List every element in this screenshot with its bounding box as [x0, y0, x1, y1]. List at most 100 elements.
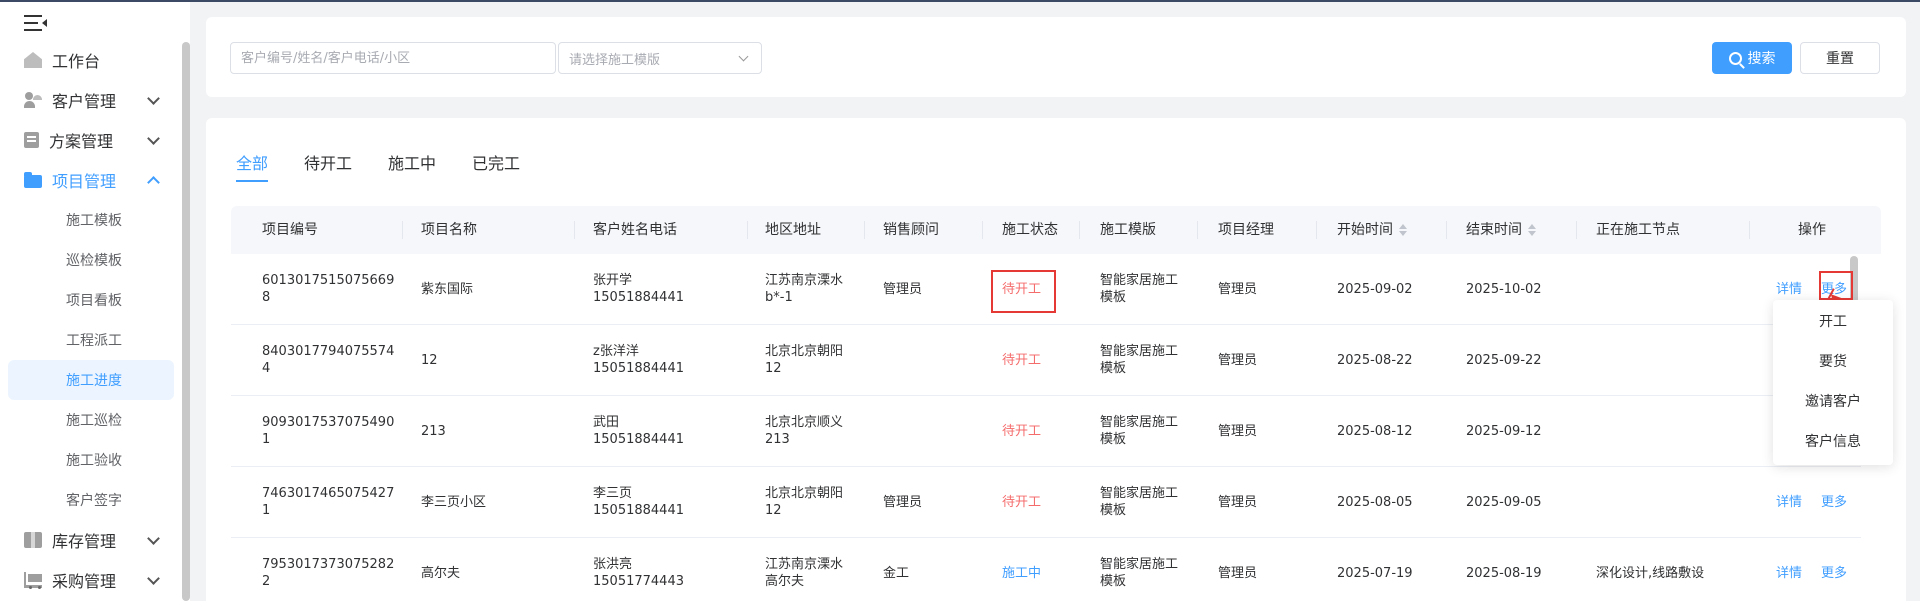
sidebar-subitem-dispatch[interactable]: 工程派工: [8, 320, 174, 360]
tab-completed[interactable]: 已完工: [472, 150, 520, 174]
cell-customer: 张开学 15051884441: [593, 273, 684, 305]
table-row: 7953017373075282 2 高尔夫 张洪亮 15051774443 江苏南…: [231, 538, 1861, 601]
cell-start-time: 2025-08-22: [1337, 353, 1413, 368]
sidebar-item-purchasing[interactable]: 采购管理: [0, 560, 182, 600]
column-header-template: 施工模版: [1100, 222, 1156, 238]
cell-end-time: 2025-10-02: [1466, 282, 1542, 297]
table-row: 8403017794075574 4 12 z张洋洋 15051884441 北京北…: [231, 325, 1861, 396]
more-link[interactable]: 更多: [1821, 565, 1847, 582]
table-header: 项目编号 项目名称 客户姓名电话 地区地址 销售顾问 施工状态 施工模版 项目经…: [231, 206, 1881, 254]
column-header-current-node: 正在施工节点: [1596, 222, 1680, 238]
column-header-customer: 客户姓名电话: [593, 222, 677, 238]
cart-icon: [24, 572, 42, 589]
column-header-project-id: 项目编号: [262, 222, 318, 238]
tab-in-progress[interactable]: 施工中: [388, 150, 436, 174]
chevron-up-icon: [147, 176, 160, 189]
menu-collapse-icon[interactable]: [24, 14, 47, 32]
sidebar-subitem-construction-progress[interactable]: 施工进度: [8, 360, 174, 400]
sort-icon[interactable]: [1399, 224, 1407, 236]
sort-icon[interactable]: [1528, 224, 1536, 236]
sidebar-subitem-construction-inspection[interactable]: 施工巡检: [8, 400, 174, 440]
search-icon: [1728, 51, 1742, 65]
window-top-border: [0, 0, 1920, 2]
sidebar: 工作台 客户管理 方案管理 项目管理 施工模板 巡检模板 项目看板 工程派工 施…: [0, 2, 190, 601]
chevron-down-icon: [147, 132, 160, 145]
sidebar-scrollbar[interactable]: [182, 42, 190, 601]
column-header-sales: 销售顾问: [883, 222, 939, 238]
chevron-down-icon: [147, 532, 160, 545]
cell-status: 待开工: [1002, 424, 1042, 439]
folder-icon: [24, 171, 42, 188]
chevron-down-icon: [147, 572, 160, 585]
status-highlight-box: [991, 270, 1056, 313]
cell-manager: 管理员: [1218, 353, 1258, 368]
user-icon: [24, 92, 42, 108]
tab-all[interactable]: 全部: [236, 150, 268, 174]
search-panel: 请选择施工模版 搜索 重置: [206, 17, 1906, 97]
cell-template: 智能家居施工 模板: [1100, 344, 1179, 376]
template-select-placeholder: 请选择施工模版: [569, 52, 661, 68]
search-button[interactable]: 搜索: [1712, 42, 1792, 74]
search-button-label: 搜索: [1747, 51, 1776, 67]
menu-item-request-goods[interactable]: 要货: [1773, 342, 1893, 382]
cell-address: 北京北京朝阳 12: [765, 344, 844, 376]
sidebar-item-projects[interactable]: 项目管理: [0, 160, 182, 200]
house-icon: [24, 52, 42, 68]
template-select[interactable]: 请选择施工模版: [558, 42, 762, 74]
sidebar-subitem-project-board[interactable]: 项目看板: [8, 280, 174, 320]
cell-address: 北京北京朝阳 12: [765, 486, 844, 518]
column-header-start-time[interactable]: 开始时间: [1337, 206, 1407, 254]
active-tab-indicator: [236, 180, 268, 182]
column-header-actions: 操作: [1798, 222, 1826, 238]
sidebar-item-label: 采购管理: [52, 572, 117, 591]
column-header-status: 施工状态: [1002, 222, 1058, 238]
cell-end-time: 2025-09-22: [1466, 353, 1542, 368]
cell-status: 待开工: [1002, 495, 1042, 510]
tab-pending[interactable]: 待开工: [304, 150, 352, 174]
sidebar-item-customers[interactable]: 客户管理: [0, 80, 182, 120]
sidebar-subitem-acceptance[interactable]: 施工验收: [8, 440, 174, 480]
cell-start-time: 2025-07-19: [1337, 566, 1413, 581]
sidebar-item-label: 客户管理: [52, 92, 117, 111]
sidebar-item-label: 库存管理: [52, 532, 117, 551]
cell-address: 江苏南京溧水 高尔夫: [765, 557, 844, 589]
sidebar-subitem-customer-signature[interactable]: 客户签字: [8, 480, 174, 520]
column-header-manager: 项目经理: [1218, 222, 1274, 238]
detail-link[interactable]: 详情: [1776, 565, 1802, 582]
sidebar-item-plans[interactable]: 方案管理: [0, 120, 182, 160]
cell-customer: 李三页 15051884441: [593, 486, 684, 518]
cell-current-node: 深化设计,线路敷设: [1596, 566, 1705, 581]
chevron-down-icon: [738, 51, 749, 62]
menu-item-customer-info[interactable]: 客户信息: [1773, 422, 1893, 462]
cell-manager: 管理员: [1218, 495, 1258, 510]
detail-link[interactable]: 详情: [1776, 494, 1802, 511]
cell-project-id: 9093017537075490 1: [262, 415, 395, 447]
table-row: 7463017465075427 1 李三页小区 李三页 15051884441 北…: [231, 467, 1861, 538]
cell-project-name: 12: [421, 353, 438, 368]
table-row: 9093017537075490 1 213 武田 15051884441 北京北京…: [231, 396, 1861, 467]
sidebar-item-inventory[interactable]: 库存管理: [0, 520, 182, 560]
keyword-search-input[interactable]: [230, 42, 556, 74]
cell-status: 待开工: [1002, 353, 1042, 368]
cell-project-id: 7463017465075427 1: [262, 486, 395, 518]
detail-link[interactable]: 详情: [1776, 281, 1802, 298]
cell-end-time: 2025-08-19: [1466, 566, 1542, 581]
cell-status: 施工中: [1002, 566, 1042, 581]
column-header-project-name: 项目名称: [421, 222, 477, 238]
cell-template: 智能家居施工 模板: [1100, 557, 1179, 589]
reset-button[interactable]: 重置: [1800, 42, 1880, 74]
cell-end-time: 2025-09-12: [1466, 424, 1542, 439]
cell-end-time: 2025-09-05: [1466, 495, 1542, 510]
sidebar-subitem-inspection-template[interactable]: 巡检模板: [8, 240, 174, 280]
column-header-end-time[interactable]: 结束时间: [1466, 206, 1536, 254]
sidebar-item-workbench[interactable]: 工作台: [0, 40, 182, 80]
cell-customer: 武田 15051884441: [593, 415, 684, 447]
sidebar-subitem-construction-template[interactable]: 施工模板: [8, 200, 174, 240]
box-icon: [24, 532, 42, 548]
more-link[interactable]: 更多: [1821, 494, 1847, 511]
cell-project-name: 紫东国际: [421, 282, 474, 297]
cell-manager: 管理员: [1218, 566, 1258, 581]
cell-start-time: 2025-08-12: [1337, 424, 1413, 439]
menu-item-invite-customer[interactable]: 邀请客户: [1773, 382, 1893, 422]
menu-item-start-construction[interactable]: 开工: [1773, 302, 1893, 342]
